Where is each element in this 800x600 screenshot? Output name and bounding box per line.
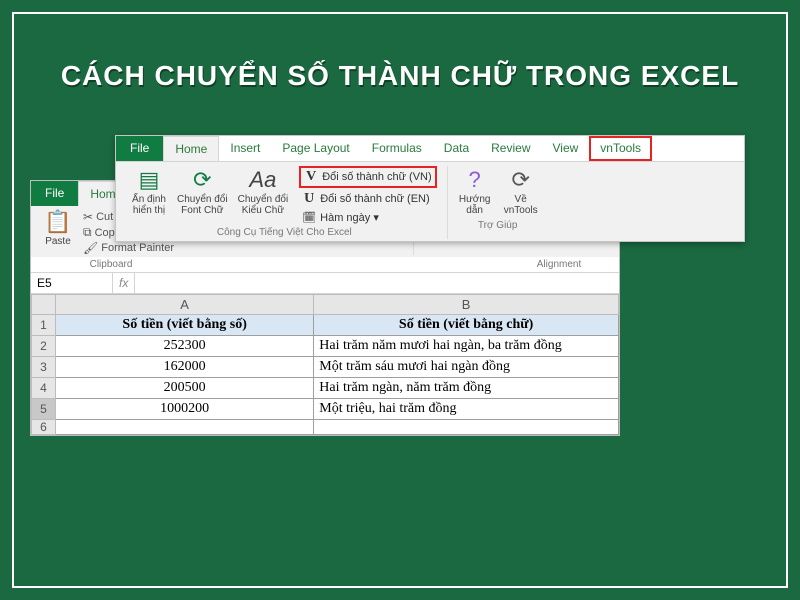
cell-b2[interactable]: Hai trăm năm mươi hai ngàn, ba trăm đồng: [314, 336, 619, 357]
paste-label: Paste: [45, 236, 71, 247]
row-header-1[interactable]: 1: [32, 315, 56, 336]
cell-b3[interactable]: Một trăm sáu mươi hai ngàn đồng: [314, 357, 619, 378]
row-header-6[interactable]: 6: [32, 420, 56, 435]
brush-icon: 🖌: [83, 241, 98, 255]
copy-icon: ⧉: [83, 225, 92, 240]
help-group-label: Trợ Giúp: [478, 218, 518, 232]
doi-so-thanh-chu-en-button[interactable]: U Đổi số thành chữ (EN): [299, 190, 436, 208]
col-header-b[interactable]: B: [314, 295, 619, 315]
cut-icon: ✂: [83, 210, 93, 224]
row-header-4[interactable]: 4: [32, 378, 56, 399]
tab-home[interactable]: Home: [163, 136, 219, 161]
fx-label: fx: [113, 273, 135, 293]
cell-b5[interactable]: Một triệu, hai trăm đồng: [314, 399, 619, 420]
page-title: CÁCH CHUYỂN SỐ THÀNH CHỮ TRONG EXCEL: [40, 60, 760, 92]
vn-label: Đổi số thành chữ (VN): [322, 171, 431, 183]
formula-bar[interactable]: [135, 273, 619, 293]
aa-icon: Aa: [249, 168, 276, 192]
clipboard-group-label: Clipboard: [31, 259, 191, 270]
about-icon: ⟳: [511, 168, 529, 192]
ve-label: Về vnTools: [504, 194, 538, 216]
vntools-ribbon-panel: File Home Insert Page Layout Formulas Da…: [115, 135, 745, 242]
huong-dan-button[interactable]: ? Hướng dẫn: [454, 166, 496, 218]
cell-a6[interactable]: [56, 420, 314, 435]
en-label: Đổi số thành chữ (EN): [320, 193, 429, 205]
tab-vntools[interactable]: vnTools: [589, 136, 652, 161]
select-all-corner[interactable]: [32, 295, 56, 315]
v-icon: V: [304, 169, 318, 185]
row-header-3[interactable]: 3: [32, 357, 56, 378]
alignment-group-label: Alignment: [499, 259, 619, 270]
u-icon: U: [302, 191, 316, 207]
excel-doc-icon: ▤: [139, 168, 160, 192]
ve-vntools-button[interactable]: ⟳ Về vnTools: [500, 166, 542, 218]
fmt-label: Format Painter: [101, 242, 174, 254]
tab-file-bg[interactable]: File: [31, 181, 78, 206]
name-box[interactable]: E5: [31, 273, 113, 293]
cell-a2[interactable]: 252300: [56, 336, 314, 357]
calendar-icon: 🗓: [302, 211, 316, 224]
cell-a5[interactable]: 1000200: [56, 399, 314, 420]
tab-view[interactable]: View: [542, 136, 590, 161]
cell-b6[interactable]: [314, 420, 619, 435]
col-header-a[interactable]: A: [56, 295, 314, 315]
row-header-2[interactable]: 2: [32, 336, 56, 357]
help-icon: ?: [469, 168, 481, 192]
andinh-label: Ấn định hiển thị: [132, 194, 166, 216]
cell-a4[interactable]: 200500: [56, 378, 314, 399]
tab-review[interactable]: Review: [480, 136, 541, 161]
tab-page-layout[interactable]: Page Layout: [271, 136, 360, 161]
refresh-icon: ⟳: [193, 168, 211, 192]
row-header-5[interactable]: 5: [32, 399, 56, 420]
paste-button[interactable]: 📋 Paste: [37, 210, 79, 255]
tab-data[interactable]: Data: [433, 136, 480, 161]
cell-a3[interactable]: 162000: [56, 357, 314, 378]
chuyen-doi-font-button[interactable]: ⟳ Chuyển đổi Font Chữ: [174, 166, 231, 218]
doi-so-thanh-chu-vn-button[interactable]: V Đổi số thành chữ (VN): [299, 166, 436, 188]
vn-group-label: Công Cụ Tiếng Việt Cho Excel: [217, 225, 352, 239]
chuyenkieu-label: Chuyển đổi Kiểu Chữ: [238, 194, 289, 216]
hamngay-label: Hàm ngày ▾: [320, 211, 379, 224]
cut-label: Cut: [96, 211, 113, 223]
worksheet-grid[interactable]: A B 1 Số tiền (viết bằng số) Số tiền (vi…: [31, 294, 619, 435]
tab-insert[interactable]: Insert: [219, 136, 271, 161]
tab-formulas[interactable]: Formulas: [361, 136, 433, 161]
an-dinh-hien-thi-button[interactable]: ▤ Ấn định hiển thị: [128, 166, 170, 218]
header-cell-b1[interactable]: Số tiền (viết bằng chữ): [314, 315, 619, 336]
header-cell-a1[interactable]: Số tiền (viết bằng số): [56, 315, 314, 336]
paste-icon: 📋: [44, 210, 71, 234]
format-painter-button[interactable]: 🖌Format Painter: [83, 241, 174, 255]
tab-file[interactable]: File: [116, 136, 163, 161]
ham-ngay-button[interactable]: 🗓 Hàm ngày ▾: [299, 210, 436, 225]
huongdan-label: Hướng dẫn: [459, 194, 491, 216]
chuyen-doi-kieu-button[interactable]: Aa Chuyển đổi Kiểu Chữ: [235, 166, 292, 218]
cell-b4[interactable]: Hai trăm ngàn, năm trăm đồng: [314, 378, 619, 399]
chuyenfont-label: Chuyển đổi Font Chữ: [177, 194, 228, 216]
